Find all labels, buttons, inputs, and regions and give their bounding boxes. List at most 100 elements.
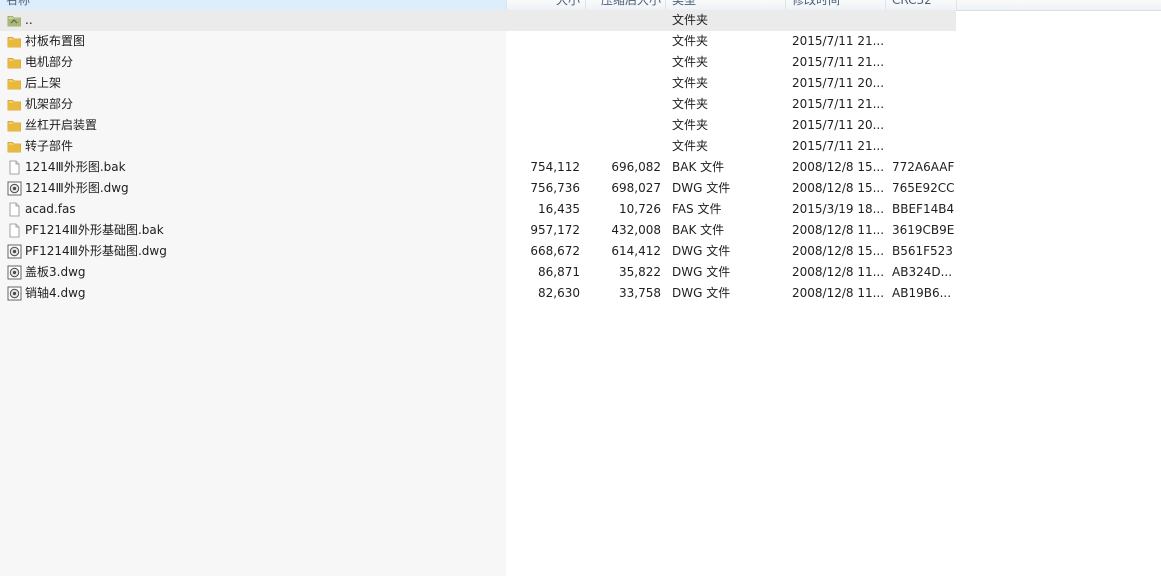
file-type: FAS 文件	[672, 202, 722, 216]
file-icon	[7, 160, 22, 175]
file-modified: 2015/7/11 20...	[792, 118, 884, 132]
file-row[interactable]: 1214Ⅲ外形图.dwg 756,736 698,027 DWG 文件 2008/12/…	[0, 178, 956, 199]
file-crc32	[892, 73, 954, 94]
column-separator[interactable]	[885, 0, 886, 10]
file-type: BAK 文件	[672, 160, 725, 174]
file-name: 衬板布置图	[25, 34, 86, 48]
file-size	[506, 94, 580, 115]
folder-icon	[7, 34, 22, 49]
file-name: PF1214Ⅲ外形基础图.dwg	[25, 244, 167, 258]
file-type: DWG 文件	[672, 244, 731, 258]
file-size	[506, 10, 580, 31]
file-row[interactable]: PF1214Ⅲ外形基础图.dwg 668,672 614,412 DWG 文件 2008…	[0, 241, 956, 262]
file-type: DWG 文件	[672, 286, 731, 300]
file-packed-size	[586, 136, 661, 157]
dwg-file-icon	[7, 181, 22, 196]
dwg-file-icon	[7, 265, 22, 280]
file-packed-size: 432,008	[611, 223, 661, 237]
file-modified: 2008/12/8 11...	[792, 223, 884, 237]
file-modified: 2008/12/8 15...	[792, 244, 884, 258]
file-row[interactable]: .. 文件夹	[0, 10, 956, 31]
column-separator[interactable]	[956, 0, 957, 10]
file-type: 文件夹	[672, 97, 709, 111]
file-row[interactable]: 机架部分 文件夹 2015/7/11 21...	[0, 94, 956, 115]
column-header-modified[interactable]: 修改时间	[792, 0, 882, 10]
file-row[interactable]: acad.fas 16,435 10,726 FAS 文件 2015/3/19 18..…	[0, 199, 956, 220]
file-modified: 2015/7/11 21...	[792, 55, 884, 69]
file-name: ..	[25, 13, 33, 27]
file-icon	[7, 202, 22, 217]
column-header-crc32[interactable]: CRC32	[892, 0, 954, 10]
file-modified: 2015/7/11 20...	[792, 76, 884, 90]
folder-icon	[7, 118, 22, 133]
file-row[interactable]: 丝杠开启装置 文件夹 2015/7/11 20...	[0, 115, 956, 136]
file-size: 668,672	[530, 244, 580, 258]
dwg-file-icon	[7, 286, 22, 301]
folder-icon	[7, 139, 22, 154]
file-crc32: 765E92CC	[892, 181, 954, 195]
file-type: 文件夹	[672, 76, 709, 90]
file-type: 文件夹	[672, 118, 709, 132]
file-packed-size	[586, 73, 661, 94]
file-size: 16,435	[538, 202, 580, 216]
file-packed-size: 33,758	[619, 286, 661, 300]
file-name: acad.fas	[25, 202, 76, 216]
column-header-name[interactable]: 名称	[0, 0, 506, 10]
file-list: .. 文件夹 衬板布置图 文件夹 2015/7/11 21... 电机部分 文件夹 2015/…	[0, 10, 956, 304]
file-crc32: BBEF14B4	[892, 202, 954, 216]
file-packed-size	[586, 31, 661, 52]
folder-up-icon	[7, 13, 22, 28]
file-type: DWG 文件	[672, 265, 731, 279]
file-crc32	[892, 136, 954, 157]
file-size: 86,871	[538, 265, 580, 279]
file-packed-size: 10,726	[619, 202, 661, 216]
file-name: 电机部分	[25, 55, 74, 69]
file-type: 文件夹	[672, 55, 709, 69]
file-modified: 2015/7/11 21...	[792, 34, 884, 48]
file-crc32	[892, 31, 954, 52]
column-header-type[interactable]: 类型	[672, 0, 782, 10]
file-size	[506, 73, 580, 94]
column-header-size[interactable]: 大小	[506, 0, 580, 10]
file-packed-size: 696,082	[611, 160, 661, 174]
file-row[interactable]: 1214Ⅲ外形图.bak 754,112 696,082 BAK 文件 2008/12/…	[0, 157, 956, 178]
dwg-file-icon	[7, 244, 22, 259]
file-packed-size	[586, 10, 661, 31]
column-header-packed-size[interactable]: 压缩后大小	[586, 0, 661, 10]
file-packed-size: 614,412	[611, 244, 661, 258]
file-modified: 2008/12/8 15...	[792, 181, 884, 195]
file-row[interactable]: 盖板3.dwg 86,871 35,822 DWG 文件 2008/12/8 11...…	[0, 262, 956, 283]
file-type: BAK 文件	[672, 223, 725, 237]
file-crc32	[892, 94, 954, 115]
file-size: 754,112	[530, 160, 580, 174]
file-size: 957,172	[530, 223, 580, 237]
column-separator[interactable]	[665, 0, 666, 10]
file-name: 转子部件	[25, 139, 74, 153]
file-type: 文件夹	[672, 13, 709, 27]
file-row[interactable]: 销轴4.dwg 82,630 33,758 DWG 文件 2008/12/8 11...…	[0, 283, 956, 304]
file-crc32: AB19B6...	[892, 286, 952, 300]
file-row[interactable]: 后上架 文件夹 2015/7/11 20...	[0, 73, 956, 94]
file-modified: 2008/12/8 15...	[792, 160, 884, 174]
file-row[interactable]: 衬板布置图 文件夹 2015/7/11 21...	[0, 31, 956, 52]
file-modified: 2015/7/11 21...	[792, 97, 884, 111]
file-size: 82,630	[538, 286, 580, 300]
file-size	[506, 115, 580, 136]
file-crc32	[892, 10, 954, 31]
file-crc32: 3619CB9E	[892, 223, 954, 237]
file-size: 756,736	[530, 181, 580, 195]
column-separator[interactable]	[785, 0, 786, 10]
file-row[interactable]: 电机部分 文件夹 2015/7/11 21...	[0, 52, 956, 73]
file-name: 1214Ⅲ外形图.bak	[25, 160, 126, 174]
file-row[interactable]: PF1214Ⅲ外形基础图.bak 957,172 432,008 BAK 文件 2008…	[0, 220, 956, 241]
folder-icon	[7, 55, 22, 70]
file-crc32: B561F523	[892, 244, 953, 258]
file-modified: 2015/7/11 21...	[792, 139, 884, 153]
file-size	[506, 52, 580, 73]
file-name: 盖板3.dwg	[25, 265, 86, 279]
file-modified: 2008/12/8 11...	[792, 265, 884, 279]
file-crc32: AB324D...	[892, 265, 953, 279]
file-crc32	[892, 52, 954, 73]
folder-icon	[7, 97, 22, 112]
file-row[interactable]: 转子部件 文件夹 2015/7/11 21...	[0, 136, 956, 157]
